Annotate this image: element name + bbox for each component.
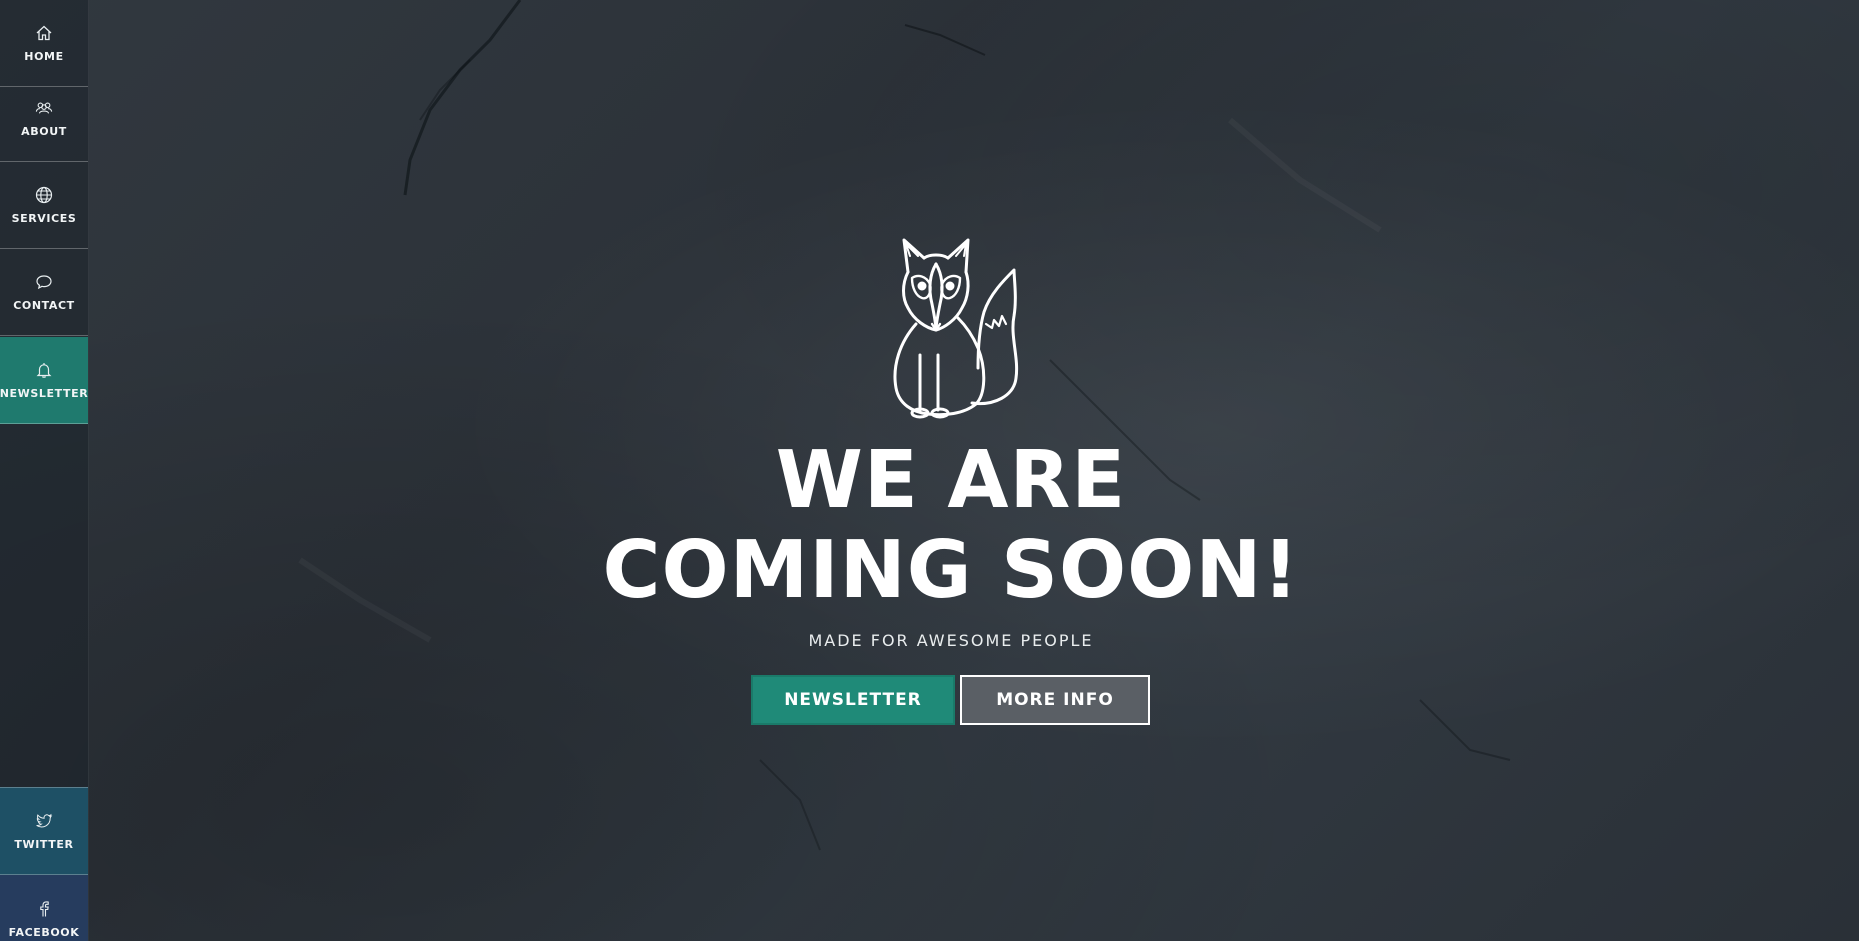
sidebar-item-label: ABOUT	[21, 124, 67, 138]
fox-logo	[893, 238, 1019, 419]
coming-soon-page: HOME ABOUT SERVICES CONTACT NEWSLETTER T…	[0, 0, 1859, 941]
sidebar-item-label: CONTACT	[13, 298, 75, 312]
home-icon	[36, 25, 52, 40]
sidebar-item-label: HOME	[24, 49, 64, 63]
bell-icon	[36, 362, 52, 378]
sidebar-item-about[interactable]: ABOUT	[0, 75, 88, 162]
sidebar-item-facebook[interactable]: FACEBOOK	[0, 875, 88, 941]
sidebar-item-contact[interactable]: CONTACT	[0, 249, 88, 336]
sidebar-item-services[interactable]: SERVICES	[0, 162, 88, 249]
speech-bubble-icon	[36, 274, 52, 289]
headline-line-2: COMING SOON!	[602, 524, 1300, 616]
headline-line-1: WE ARE	[775, 434, 1127, 526]
sidebar-item-twitter[interactable]: TWITTER	[0, 787, 88, 875]
sidebar-item-label: SERVICES	[11, 211, 77, 225]
sidebar-item-label: FACEBOOK	[8, 925, 80, 939]
people-icon	[35, 102, 53, 114]
tagline: MADE FOR AWESOME PEOPLE	[808, 631, 1094, 650]
globe-icon	[35, 186, 53, 203]
facebook-icon	[40, 900, 49, 916]
hero-section: WE ARE COMING SOON! MADE FOR AWESOME PEO…	[88, 0, 1859, 941]
twitter-icon	[36, 813, 53, 827]
sidebar-item-label: TWITTER	[14, 837, 74, 851]
sidebar-item-label: NEWSLETTER	[0, 386, 89, 400]
sidebar-nav: HOME ABOUT SERVICES CONTACT NEWSLETTER T…	[0, 0, 89, 941]
sidebar-item-newsletter[interactable]: NEWSLETTER	[0, 337, 88, 424]
newsletter-button[interactable]: NEWSLETTER	[751, 675, 955, 725]
sidebar-item-home[interactable]: HOME	[0, 0, 88, 87]
more-info-button[interactable]: MORE INFO	[960, 675, 1150, 725]
page-title: WE ARE COMING SOON!	[88, 435, 1814, 615]
